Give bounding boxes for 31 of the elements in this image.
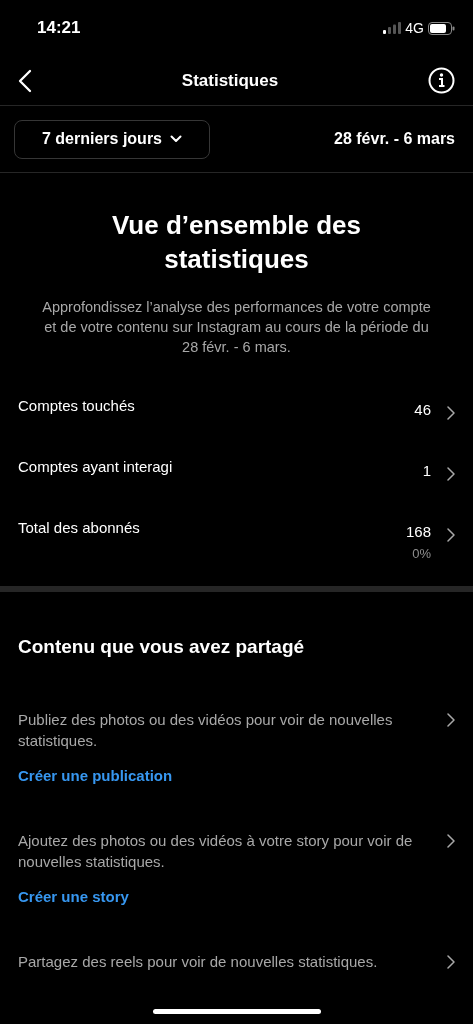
chevron-right-icon — [447, 467, 455, 482]
create-link[interactable]: Créer une publication — [18, 765, 173, 788]
chevron-down-icon — [170, 135, 182, 143]
status-time: 14:21 — [37, 17, 81, 40]
info-icon[interactable] — [428, 67, 455, 94]
chevron-right-icon — [447, 834, 455, 848]
chevron-right-icon — [447, 955, 455, 969]
signal-icon — [383, 22, 402, 34]
metric-label: Comptes ayant interagi — [18, 457, 173, 478]
chevron-right-icon — [447, 528, 455, 543]
metric-value: 46 — [414, 400, 431, 421]
metric-value: 168 — [405, 522, 431, 543]
prompt-text: Publiez des photos ou des vidéos pour voir de nouvelles statistiques. — [18, 710, 394, 751]
date-range: 28 févr. - 6 mars — [334, 129, 455, 149]
overview-description: Approfondissez l’analyse des performances de votre compte et de votre contenu sur Instagram au cours de la période du 28 févr. - 6 mars. — [41, 297, 432, 358]
chevron-right-icon — [447, 713, 455, 727]
battery-icon — [428, 21, 455, 35]
section-title: Contenu que vous avez partagé — [17, 635, 306, 660]
metric-label: Total des abonnés — [18, 518, 140, 539]
metric-value: 1 — [422, 461, 431, 482]
overview-title: Vue d’ensemble des statistiques — [111, 209, 362, 276]
period-dropdown[interactable]: 7 derniers jours — [14, 119, 210, 159]
prompt-text: Ajoutez des photos ou des vidéos à votre story pour voir de nouvelles statistiques. — [18, 831, 414, 872]
network-label: 4G — [405, 18, 424, 38]
prompt-text: Partagez des reels pour voir de nouvelles statistiques. — [18, 952, 378, 972]
metric-change: 0% — [411, 545, 431, 563]
chevron-right-icon — [447, 406, 455, 421]
back-icon[interactable] — [18, 68, 32, 93]
create-link[interactable]: Créer une story — [18, 886, 129, 909]
metric-label: Comptes touchés — [18, 396, 135, 417]
screen-title: Statistiques — [181, 69, 279, 92]
